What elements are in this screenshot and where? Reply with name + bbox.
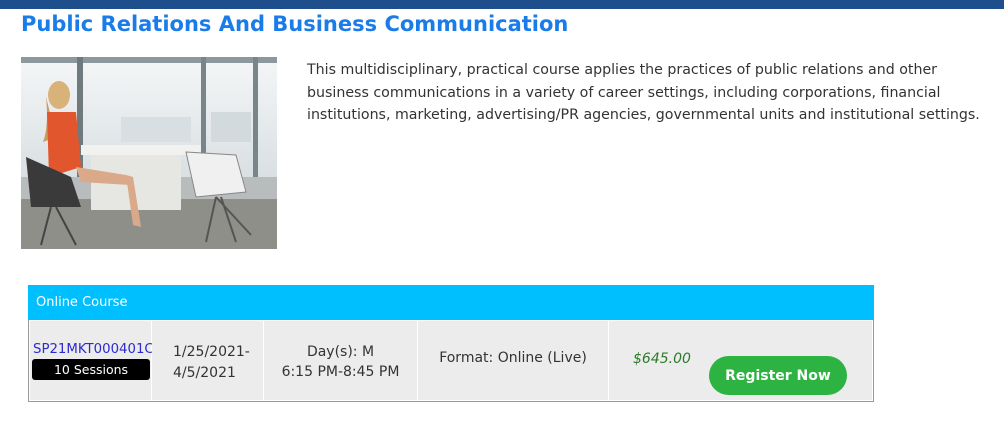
date-end: 4/5/2021: [173, 365, 236, 381]
course-title: Public Relations And Business Communicat…: [21, 12, 569, 36]
register-now-button[interactable]: Register Now: [709, 356, 847, 395]
price: $645.00: [633, 351, 691, 367]
course-photo: [21, 57, 277, 249]
days: Day(s): M: [306, 344, 375, 360]
schedule-cell: Day(s): M 6:15 PM-8:45 PM: [264, 321, 417, 400]
sessions-badge: 10 Sessions: [32, 359, 150, 380]
section-header: Online Course: [28, 285, 874, 320]
top-bar: [0, 0, 1004, 9]
course-section: Online Course SP21MKT000401C 10 Sessions…: [28, 285, 874, 402]
date-start: 1/25/2021-: [173, 344, 250, 360]
schedule: Day(s): M 6:15 PM-8:45 PM: [264, 342, 417, 382]
dates: 1/25/2021- 4/5/2021: [173, 342, 250, 384]
format: Format: Online (Live): [439, 350, 587, 366]
price-cell: $645.00 Register Now: [609, 321, 872, 400]
section-row: SP21MKT000401C 10 Sessions 1/25/2021- 4/…: [28, 320, 874, 402]
format-cell: Format: Online (Live): [418, 321, 608, 400]
section-code-link[interactable]: SP21MKT000401C: [33, 342, 154, 357]
code-cell: SP21MKT000401C 10 Sessions: [30, 321, 154, 400]
course-description: This multidisciplinary, practical course…: [307, 62, 980, 123]
dates-cell: 1/25/2021- 4/5/2021: [152, 321, 263, 400]
time: 6:15 PM-8:45 PM: [281, 364, 400, 380]
